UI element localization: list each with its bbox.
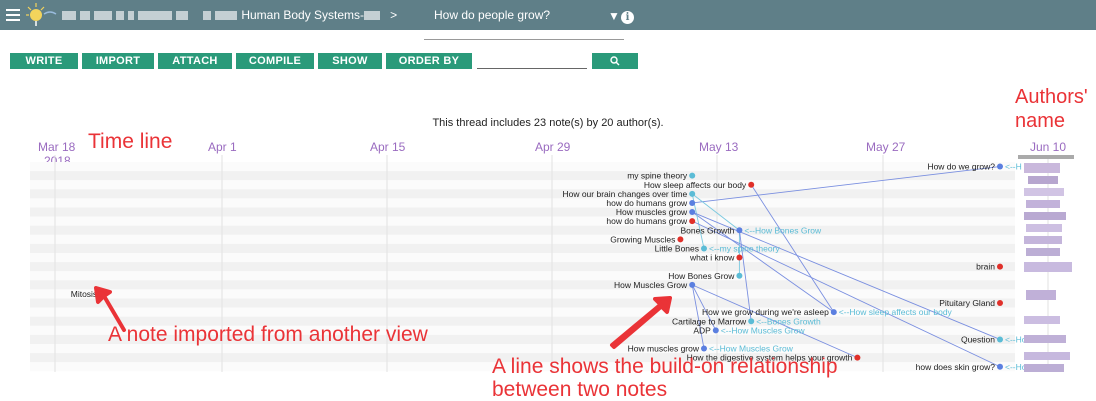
note-title[interactable]: brain (976, 262, 995, 272)
redacted-author (1024, 316, 1060, 324)
note-dot[interactable] (689, 209, 696, 216)
note-reference: <--How sleep affects our body (839, 307, 953, 317)
timeline-row (30, 198, 1015, 208)
redacted-author (1024, 236, 1062, 244)
timeline-row (30, 207, 1015, 217)
note-dot[interactable] (997, 363, 1003, 370)
timeline-row (30, 289, 1015, 299)
annotation-imported-note: A note imported from another view (108, 323, 428, 346)
annotation-authors: Authors' name (1015, 85, 1088, 133)
redacted-author (1024, 163, 1060, 173)
timeline-row (30, 262, 1015, 272)
note-title[interactable]: how does skin grow? (916, 362, 996, 372)
note-dot[interactable] (712, 327, 719, 334)
timeline-row (30, 243, 1015, 253)
note-title[interactable]: ADP (693, 325, 711, 335)
note-dot[interactable] (701, 345, 707, 352)
note-dot[interactable] (689, 199, 696, 206)
note-title[interactable]: Mitosis (71, 289, 97, 299)
annotation-buildon: A line shows the build-on relationship b… (492, 355, 838, 401)
note-dot[interactable] (748, 181, 755, 188)
note-reference: <--H (1005, 162, 1022, 172)
note-title[interactable]: what i know (689, 253, 735, 263)
timeline-row (30, 234, 1015, 244)
timeline-row (30, 271, 1015, 281)
note-title[interactable]: How Muscles Grow (614, 280, 688, 290)
timeline-row (30, 253, 1015, 263)
timeline-row (30, 162, 1015, 172)
note-dot[interactable] (997, 263, 1003, 270)
redacted-author (1026, 200, 1060, 208)
note-dot[interactable] (736, 272, 743, 279)
note-dot[interactable] (689, 281, 696, 288)
note-title[interactable]: How do we grow? (927, 162, 995, 172)
note-dot[interactable] (997, 336, 1003, 343)
redacted-author (1028, 176, 1058, 184)
timeline-row (30, 225, 1015, 235)
note-dot[interactable] (748, 318, 755, 325)
annotation-buildon-line: between two notes (492, 378, 668, 401)
timeline-row (30, 216, 1015, 226)
note-dot[interactable] (736, 254, 743, 261)
note-dot[interactable] (830, 309, 837, 316)
note-reference: <--How Muscles Grow (721, 325, 806, 335)
redacted-author (1024, 212, 1066, 220)
redacted-author (1026, 290, 1056, 300)
redacted-author (1024, 364, 1064, 372)
timeline-row (30, 180, 1015, 190)
redacted-author (1024, 262, 1072, 272)
note-dot[interactable] (677, 236, 684, 243)
note-dot[interactable] (701, 245, 707, 252)
note-dot[interactable] (854, 354, 861, 361)
note-dot[interactable] (689, 190, 696, 197)
timeline-row (30, 189, 1015, 199)
note-dot[interactable] (997, 163, 1003, 170)
note-dot[interactable] (736, 227, 743, 234)
author-header-bar (1018, 155, 1074, 159)
annotation-timeline: Time line (88, 130, 173, 153)
redacted-author (1026, 248, 1060, 256)
redacted-author (1026, 224, 1062, 232)
annotation-buildon-line: A line shows the build-on relationship (492, 355, 838, 378)
redacted-author (1024, 335, 1066, 343)
note-dot[interactable] (689, 218, 696, 225)
redacted-author (1024, 188, 1064, 196)
note-title[interactable]: Question (961, 334, 995, 344)
timeline-row (30, 171, 1015, 181)
note-title[interactable]: Bones Growth (681, 225, 735, 235)
note-reference: <--How Bones Grow (744, 225, 822, 235)
note-dot[interactable] (689, 172, 696, 179)
note-title[interactable]: how do humans grow (606, 216, 688, 226)
annotation-authors-line: Authors' (1015, 86, 1088, 108)
note-dot[interactable] (997, 300, 1003, 307)
annotation-authors-line: name (1015, 110, 1066, 132)
redacted-author (1024, 352, 1070, 360)
